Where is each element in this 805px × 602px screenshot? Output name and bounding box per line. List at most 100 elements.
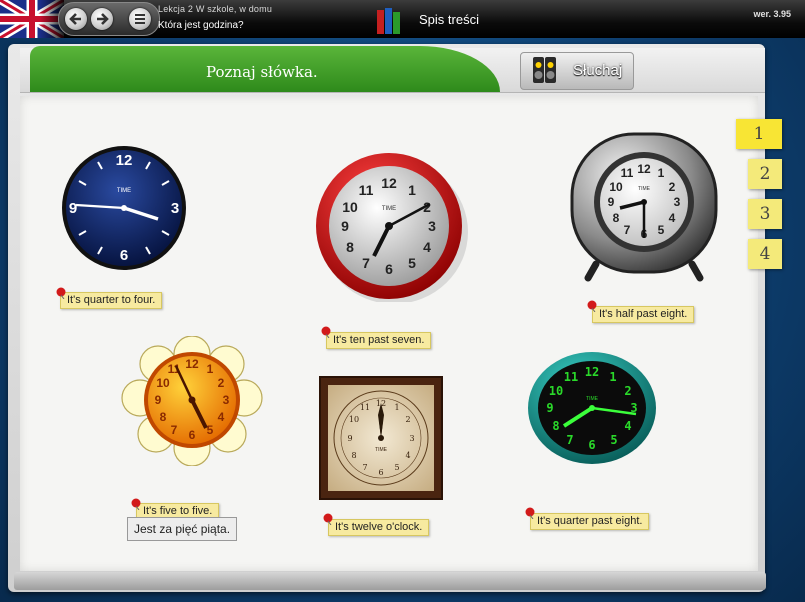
clock-numeral: 4 [669,211,676,225]
clock-numeral: 2 [624,384,631,398]
clock-numeral: 10 [549,384,563,398]
page-tab-1[interactable]: 1 [736,119,782,149]
clock-numeral: 2 [405,415,410,424]
clock-numeral: 5 [610,433,617,447]
clock-numeral: 8 [160,410,167,424]
clock-numeral: 4 [624,419,631,433]
clock-brand: TIME [382,206,396,212]
clock-numeral: 7 [624,223,631,237]
clock-numeral: 3 [409,434,414,443]
clock-numeral: 1 [408,182,416,198]
clock-numeral: 2 [669,180,676,194]
clock-numeral: 8 [346,239,354,255]
clock-numeral: 12 [637,162,651,176]
clock-numeral: 9 [69,200,77,217]
navy-wall-clock[interactable]: 12 3 6 9 TIME [58,142,190,274]
navigation-pod [58,2,160,36]
clock-numeral: 8 [351,451,356,460]
clock-numeral: 4 [405,451,410,460]
clock-numeral: 12 [185,357,199,371]
clock-numeral: 11 [621,166,634,180]
lesson-subtitle: Która jest godzina? [158,20,244,31]
version-label: wer. 3.95 [753,9,791,19]
page-title: Poznaj słówka. [206,63,318,81]
clock-numeral: 9 [347,434,352,443]
listen-label[interactable]: Słuchaj [573,62,622,79]
forward-button[interactable] [91,8,113,30]
clock-label-5[interactable]: It's twelve o'clock. [328,519,430,536]
clock-numeral: 11 [360,403,370,412]
clock-numeral: 12 [116,152,133,169]
clock-numeral: 7 [362,463,367,472]
speaker-icon [532,55,558,90]
clock-brand: TIME [117,188,131,194]
red-wall-clock[interactable]: 12 1 2 3 4 5 6 7 8 9 10 11 TIME [312,152,468,302]
pushpin-icon [323,513,333,525]
clock-numeral: 3 [428,218,436,234]
clock-numeral: 9 [546,401,553,415]
clock-numeral: 5 [658,223,665,237]
list-icon [135,14,145,24]
clock-numeral: 12 [585,365,599,379]
clock-numeral: 5 [207,423,214,437]
clock-numeral: 1 [609,370,616,384]
board-bottom-ledge [14,572,766,590]
clock-brand: TIME [638,186,651,192]
page-tab-4[interactable]: 4 [748,239,782,269]
pushpin-icon [321,326,331,338]
flower-clock[interactable]: 12 1 2 3 4 5 6 7 8 9 10 11 [118,336,266,466]
clock-numeral: 8 [613,211,620,225]
clock-numeral: 4 [423,239,431,255]
clock-numeral: 3 [674,195,681,209]
clock-numeral: 10 [342,199,358,215]
clock-numeral: 1 [207,362,214,376]
uk-flag-icon [0,0,64,38]
clock-label-6[interactable]: It's quarter past eight. [530,513,650,530]
page-tab-3[interactable]: 3 [748,199,782,229]
clock-numeral: 7 [566,433,573,447]
table-of-contents-link[interactable]: Spis treści [419,12,479,27]
clock-numeral: 6 [378,468,383,477]
clock-label-2[interactable]: It's ten past seven. [326,332,432,349]
clock-numeral: 10 [349,415,359,424]
clock-brand: TIME [375,447,388,453]
pushpin-icon [56,287,66,299]
page-tab-2[interactable]: 2 [748,159,782,189]
clock-numeral: 7 [171,423,178,437]
wooden-wall-clock[interactable]: 12 1 2 3 4 5 6 7 8 9 10 11 TIME [318,375,444,501]
clock-numeral: 11 [359,182,374,198]
clock-numeral: 9 [341,218,349,234]
clock-numeral: 6 [385,261,393,277]
clock-numeral: 6 [588,438,595,452]
clock-numeral: 5 [408,255,416,271]
clock-numeral: 12 [381,175,397,191]
translation-tooltip: Jest za pięć piąta. [127,517,238,541]
pushpin-icon [587,300,597,312]
pushpin-icon [131,498,141,510]
clock-numeral: 1 [658,166,665,180]
clock-numeral: 6 [120,247,128,264]
books-icon[interactable] [375,7,405,40]
lesson-title: Lekcja 2 W szkole, w domu [158,4,273,14]
clock-numeral: 10 [156,376,170,390]
clock-numeral: 9 [155,393,162,407]
clock-numeral: 3 [171,200,179,217]
clock-numeral: 2 [218,376,225,390]
clock-numeral: 7 [362,255,370,271]
back-button[interactable] [65,8,87,30]
alarm-clock[interactable]: 12 1 2 3 4 5 6 7 8 9 10 11 TIME [566,128,722,282]
clock-numeral: 11 [564,370,578,384]
green-glow-clock[interactable]: 12 1 2 3 4 5 6 7 8 9 10 11 TIME [526,350,664,468]
arrow-right-icon [97,13,109,25]
clock-numeral: 8 [552,419,559,433]
clock-numeral: 5 [394,463,399,472]
clock-numeral: 3 [223,393,230,407]
pushpin-icon [525,507,535,519]
clock-label-1[interactable]: It's quarter to four. [60,292,163,309]
clock-label-3[interactable]: It's half past eight. [592,306,695,323]
arrow-left-icon [69,13,81,25]
clock-numeral: 6 [189,428,196,442]
clock-brand: TIME [586,396,599,402]
menu-button[interactable] [129,8,151,30]
clock-numeral: 4 [218,410,225,424]
